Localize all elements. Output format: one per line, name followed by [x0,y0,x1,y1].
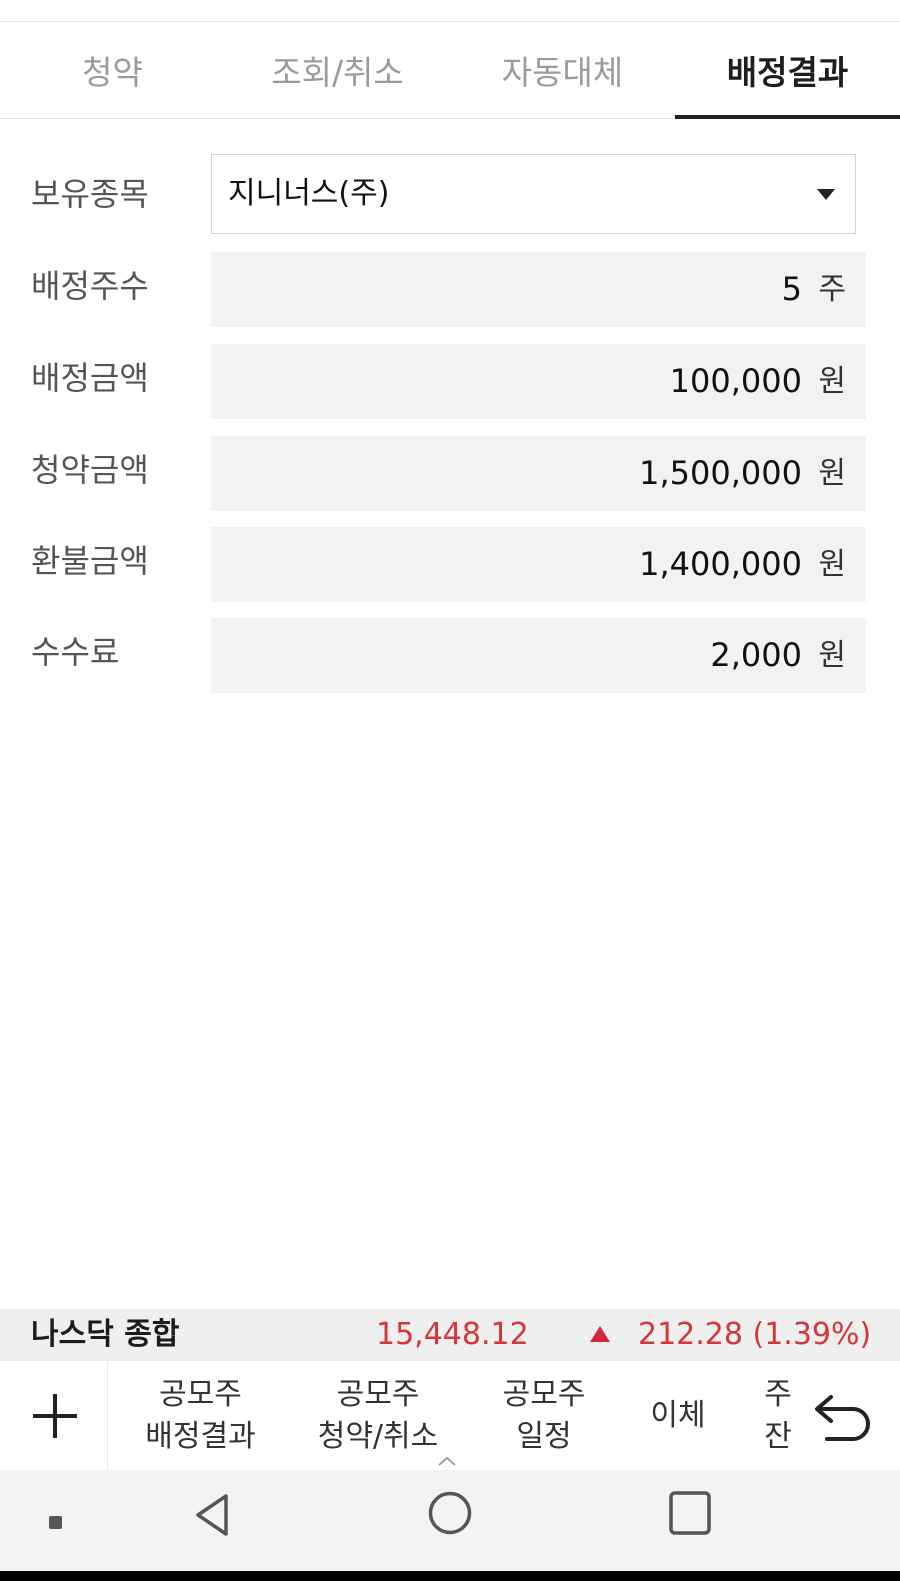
allotted-shares-field: 5 주 [211,252,866,327]
subscription-amount-unit: 원 [818,456,846,491]
up-triangle-icon [590,1326,610,1342]
menu-line: 이체 [650,1398,706,1433]
tab-auto-transfer[interactable]: 자동대체 [450,22,675,118]
menu-line: 일정 [516,1419,572,1454]
menu-line: 공모주 [336,1377,420,1412]
square-recent-icon[interactable] [668,1490,712,1536]
row-allotted-amount: 배정금액 100,000 원 [0,344,900,420]
quick-menu-bar: 공모주 배정결과 공모주 청약/취소 공모주 일정 이체 주 잔 [0,1360,900,1471]
plus-icon[interactable] [0,1361,108,1471]
menu-line: 공모주 [502,1377,586,1412]
subscription-amount-field: 1,500,000 원 [211,436,866,511]
allotted-amount-label: 배정금액 [31,359,149,397]
tab-bar: 청약 조회/취소 자동대체 배정결과 [0,22,900,119]
circle-home-icon[interactable] [427,1490,473,1536]
dropdown-caret-icon [817,189,835,200]
menu-ipo-subscribe-cancel[interactable]: 공모주 청약/취소 [303,1361,453,1471]
allotted-amount-value: 100,000 [669,362,802,400]
tab-label: 배정결과 [726,53,849,92]
menu-line: 주 [764,1377,791,1412]
fee-value: 2,000 [710,636,802,674]
fee-field: 2,000 원 [211,618,866,693]
row-refund-amount: 환불금액 1,400,000 원 [0,527,900,603]
tab-label: 조회/취소 [271,53,404,92]
tab-subscribe[interactable]: 청약 [0,22,225,118]
menu-transfer[interactable]: 이체 [628,1361,728,1471]
holding-label: 보유종목 [31,175,149,213]
bottom-edge [0,1571,900,1581]
holding-select[interactable]: 지니너스(주) [211,154,856,234]
row-allotted-shares: 배정주수 5 주 [0,252,900,328]
allotted-shares-value: 5 [781,270,802,308]
fee-label: 수수료 [31,633,120,671]
menu-ipo-allotment-result[interactable]: 공모주 배정결과 [128,1361,273,1471]
menu-line: 잔 [764,1419,791,1454]
refund-amount-value: 1,400,000 [639,545,802,583]
row-fee: 수수료 2,000 원 [0,618,900,694]
triangle-back-icon[interactable] [190,1490,234,1540]
fee-unit: 원 [818,638,846,673]
subscription-amount-value: 1,500,000 [639,454,802,492]
allotted-shares-label: 배정주수 [31,267,149,305]
row-subscription-amount: 청약금액 1,500,000 원 [0,436,900,512]
small-square-icon[interactable] [49,1516,62,1529]
menu-partial-item[interactable]: 주 잔 [758,1361,791,1471]
plus-icon-v [53,1394,57,1438]
quick-menu-list: 공모주 배정결과 공모주 청약/취소 공모주 일정 이체 주 잔 [108,1361,791,1471]
allotted-amount-field: 100,000 원 [211,344,866,419]
menu-line: 청약/취소 [317,1419,439,1454]
refund-amount-unit: 원 [818,547,846,582]
allotted-shares-unit: 주 [818,272,846,307]
row-holding: 보유종목 지니너스(주) [0,154,900,234]
allotted-amount-unit: 원 [818,364,846,399]
menu-line: 공모주 [159,1377,242,1412]
tab-allotment-result[interactable]: 배정결과 [675,22,900,119]
menu-line: 배정결과 [145,1419,256,1454]
undo-arrow-icon[interactable] [791,1361,900,1471]
index-name: 나스닥 종합 [31,1317,180,1352]
tab-label: 청약 [82,53,143,92]
refund-amount-field: 1,400,000 원 [211,527,866,602]
subscription-amount-label: 청약금액 [31,451,149,489]
chevron-up-icon[interactable] [438,1456,456,1466]
menu-ipo-schedule[interactable]: 공모주 일정 [488,1361,600,1471]
refund-amount-label: 환불금액 [31,542,149,580]
index-change: 212.28 (1.39%) [638,1317,872,1352]
index-price: 15,448.12 [376,1317,529,1352]
index-ticker[interactable]: 나스닥 종합 15,448.12 212.28 (1.39%) [0,1309,900,1360]
tab-label: 자동대체 [501,53,624,92]
tab-inquiry-cancel[interactable]: 조회/취소 [225,22,450,118]
system-nav-bar [0,1470,900,1571]
holding-value: 지니너스(주) [228,176,390,211]
